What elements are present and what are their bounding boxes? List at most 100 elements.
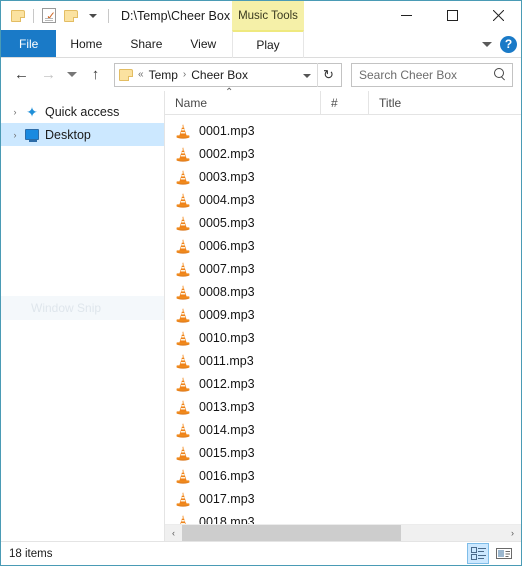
new-folder-icon[interactable] — [60, 5, 82, 27]
address-bar: ← → ↑ « Temp › Cheer Box ↻ — [1, 58, 521, 91]
file-row[interactable]: 0012.mp3 — [165, 372, 521, 395]
file-row[interactable]: 0011.mp3 — [165, 349, 521, 372]
file-row[interactable]: 0018.mp3 — [165, 510, 521, 524]
properties-icon[interactable]: ✓ — [38, 5, 60, 27]
tab-share[interactable]: Share — [116, 30, 176, 57]
vlc-cone-icon — [175, 192, 191, 208]
window-title: D:\Temp\Cheer Box — [121, 8, 231, 23]
file-row[interactable]: 0016.mp3 — [165, 464, 521, 487]
file-row[interactable]: 0001.mp3 — [165, 119, 521, 142]
column-header-title[interactable]: Title — [368, 90, 521, 115]
vlc-cone-icon — [175, 146, 191, 162]
file-row[interactable]: 0010.mp3 — [165, 326, 521, 349]
file-name-label: 0015.mp3 — [199, 445, 255, 460]
file-name-label: 0003.mp3 — [199, 169, 255, 184]
file-row[interactable]: 0015.mp3 — [165, 441, 521, 464]
column-header-number[interactable]: # — [320, 90, 368, 115]
breadcrumb-item-temp[interactable]: Temp — [145, 68, 182, 82]
file-name-label: 0018.mp3 — [199, 514, 255, 525]
file-row[interactable]: 0006.mp3 — [165, 234, 521, 257]
ribbon-right-controls: ? — [482, 30, 517, 58]
search-icon — [494, 68, 507, 81]
details-view-button[interactable] — [467, 543, 489, 564]
file-list[interactable]: 0001.mp3 0002.mp3 0003.mp3 0004.mp3 0005… — [165, 115, 521, 524]
file-row[interactable]: 0013.mp3 — [165, 395, 521, 418]
search-input[interactable] — [357, 66, 494, 83]
view-mode-buttons — [467, 543, 515, 564]
breadcrumb[interactable]: « Temp › Cheer Box ↻ — [114, 62, 342, 87]
navigation-pane: › ✦ Quick access › Desktop Window Snip — [1, 91, 165, 541]
sidebar-item-quick-access[interactable]: › ✦ Quick access — [1, 100, 164, 123]
folder-icon — [119, 68, 133, 81]
column-headers: Name ⌃ # Title — [165, 87, 521, 115]
tab-file[interactable]: File — [1, 30, 57, 57]
file-name-label: 0001.mp3 — [199, 123, 255, 138]
file-name-label: 0008.mp3 — [199, 284, 255, 299]
vlc-cone-icon — [175, 422, 191, 438]
file-row[interactable]: 0002.mp3 — [165, 142, 521, 165]
scrollbar-thumb[interactable] — [182, 524, 401, 542]
column-header-name[interactable]: Name ⌃ — [165, 87, 320, 115]
vlc-cone-icon — [175, 284, 191, 300]
vlc-cone-icon — [175, 261, 191, 277]
vlc-cone-icon — [175, 215, 191, 231]
close-button[interactable] — [475, 1, 521, 30]
sidebar-item-label: Quick access — [45, 104, 120, 119]
vlc-cone-icon — [175, 169, 191, 185]
chevron-down-icon[interactable] — [82, 5, 104, 27]
vlc-cone-icon — [175, 307, 191, 323]
sort-ascending-icon: ⌃ — [225, 86, 234, 98]
scroll-left-icon[interactable]: ‹ — [165, 525, 182, 542]
file-row[interactable]: 0007.mp3 — [165, 257, 521, 280]
horizontal-scrollbar[interactable]: ‹ › — [165, 524, 521, 542]
help-button[interactable]: ? — [500, 35, 517, 53]
chevron-right-icon[interactable]: › — [7, 107, 23, 117]
chevron-down-icon[interactable] — [482, 41, 492, 47]
vlc-cone-icon — [175, 123, 191, 139]
tab-play[interactable]: Play — [232, 30, 304, 58]
large-icons-view-button[interactable] — [493, 543, 515, 564]
file-list-pane: Name ⌃ # Title 0001.mp3 0002.mp3 0003.mp… — [165, 87, 521, 542]
back-button[interactable]: ← — [9, 62, 34, 87]
file-name-label: 0016.mp3 — [199, 468, 255, 483]
file-name-label: 0012.mp3 — [199, 376, 255, 391]
file-name-label: 0017.mp3 — [199, 491, 255, 506]
search-box[interactable] — [351, 62, 513, 87]
title-bar: ✓ D:\Temp\Cheer Box Music Tools — [1, 1, 521, 30]
tab-home[interactable]: Home — [56, 30, 116, 57]
file-name-label: 0004.mp3 — [199, 192, 255, 207]
vlc-cone-icon — [175, 399, 191, 415]
breadcrumb-item-cheer-box[interactable]: Cheer Box — [187, 68, 252, 82]
folder-icon[interactable] — [7, 5, 29, 27]
tab-view[interactable]: View — [176, 30, 230, 57]
chevron-down-icon[interactable] — [297, 70, 317, 80]
scrollbar-track[interactable] — [182, 524, 504, 542]
sidebar-item-desktop[interactable]: › Desktop — [1, 123, 164, 146]
minimize-button[interactable] — [383, 1, 429, 30]
file-name-label: 0014.mp3 — [199, 422, 255, 437]
file-name-label: 0007.mp3 — [199, 261, 255, 276]
file-row[interactable]: 0017.mp3 — [165, 487, 521, 510]
vlc-cone-icon — [175, 468, 191, 484]
file-row[interactable]: 0003.mp3 — [165, 165, 521, 188]
monitor-icon — [23, 129, 41, 142]
up-button[interactable]: ↑ — [83, 62, 108, 87]
file-row[interactable]: 0009.mp3 — [165, 303, 521, 326]
chevron-right-icon[interactable]: › — [7, 130, 23, 140]
star-icon: ✦ — [26, 103, 38, 120]
file-name-label: 0013.mp3 — [199, 399, 255, 414]
breadcrumb-overflow[interactable]: « — [137, 69, 145, 80]
recent-locations-button[interactable] — [63, 62, 81, 87]
file-row[interactable]: 0014.mp3 — [165, 418, 521, 441]
file-row[interactable]: 0004.mp3 — [165, 188, 521, 211]
file-name-label: 0002.mp3 — [199, 146, 255, 161]
file-row[interactable]: 0008.mp3 — [165, 280, 521, 303]
refresh-icon[interactable]: ↻ — [317, 62, 339, 87]
file-row[interactable]: 0005.mp3 — [165, 211, 521, 234]
window-snip-watermark: Window Snip — [1, 296, 164, 320]
file-name-label: 0009.mp3 — [199, 307, 255, 322]
maximize-button[interactable] — [429, 1, 475, 30]
scroll-right-icon[interactable]: › — [504, 525, 521, 542]
vlc-cone-icon — [175, 445, 191, 461]
vlc-cone-icon — [175, 491, 191, 507]
